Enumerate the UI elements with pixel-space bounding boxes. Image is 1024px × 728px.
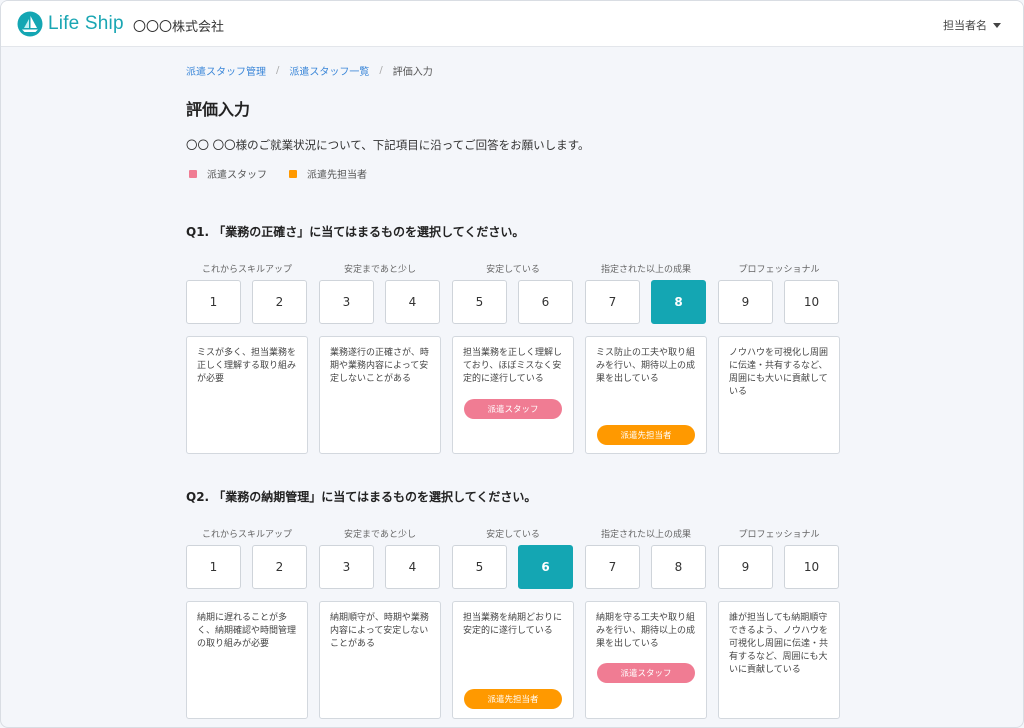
- question-title: Q1. 「業務の正確さ」に当てはまるものを選択してください。: [186, 225, 525, 239]
- score-description-card: 納期順守が、時期や業務内容によって安定しないことがある: [319, 601, 441, 719]
- score-option-button[interactable]: 1: [186, 280, 241, 324]
- score-description-text: 納期に遅れることが多く、納期確認や時間管理の取り組みが必要: [197, 613, 297, 649]
- breadcrumb-separator: /: [379, 65, 383, 76]
- score-group-label: これからスキルアップ: [201, 265, 292, 275]
- score-option-button[interactable]: 6: [518, 545, 573, 589]
- legend-label-client: 派遣先担当者: [307, 170, 367, 181]
- ship-logo-icon: [17, 11, 43, 37]
- breadcrumb-current: 評価入力: [392, 67, 433, 78]
- score-description-text: ミスが多く、担当業務を正しく理解する取り組みが必要: [197, 348, 297, 384]
- score-option-button[interactable]: 8: [651, 545, 706, 589]
- score-option-button[interactable]: 8: [651, 280, 706, 324]
- score-description-text: ノウハウを可視化し周囲に伝達・共有するなど、周囲にも大いに貢献している: [729, 348, 829, 397]
- score-option-button[interactable]: 10: [784, 545, 839, 589]
- score-option-button[interactable]: 10: [784, 280, 839, 324]
- score-description-card: 納期に遅れることが多く、納期確認や時間管理の取り組みが必要: [186, 601, 308, 719]
- page-title: 評価入力: [186, 100, 251, 119]
- score-group-label: 安定している: [486, 530, 540, 540]
- score-option-button[interactable]: 7: [585, 280, 640, 324]
- staff-rating-badge: 派遣スタッフ: [597, 663, 695, 683]
- app-logo-text: Life Ship: [48, 13, 124, 34]
- score-option-button[interactable]: 4: [385, 280, 440, 324]
- user-name: 担当者名: [943, 19, 987, 32]
- score-description-card: 担当業務を正しく理解しており、ほぼミスなく安定的に遂行している: [452, 336, 574, 454]
- company-name: 〇〇〇株式会社: [133, 20, 225, 35]
- breadcrumb-separator: /: [276, 65, 280, 76]
- score-option-button[interactable]: 6: [518, 280, 573, 324]
- staff-rating-badge: 派遣スタッフ: [464, 399, 562, 419]
- score-description-card: 業務遂行の正確さが、時期や業務内容によって安定しないことがある: [319, 336, 441, 454]
- score-description-card: 納期を守る工夫や取り組みを行い、期待以上の成果を出している: [585, 601, 707, 719]
- top-bar: Life Ship 〇〇〇株式会社 担当者名: [1, 1, 1023, 47]
- score-description-text: 誰が担当しても納期順守できるよう、ノウハウを可視化し周囲に伝達・共有するなど、周…: [729, 613, 829, 675]
- score-option-button[interactable]: 5: [452, 545, 507, 589]
- score-description-card: ノウハウを可視化し周囲に伝達・共有するなど、周囲にも大いに貢献している: [718, 336, 840, 454]
- caret-down-icon: [993, 22, 1001, 28]
- score-option-button[interactable]: 2: [252, 280, 307, 324]
- client-rating-badge: 派遣先担当者: [464, 689, 562, 709]
- score-description-card: 誰が担当しても納期順守できるよう、ノウハウを可視化し周囲に伝達・共有するなど、周…: [718, 601, 840, 719]
- user-menu[interactable]: 担当者名: [943, 17, 1001, 33]
- score-group-label: 安定している: [486, 265, 540, 275]
- score-group-label: 指定された以上の成果: [600, 530, 691, 540]
- client-swatch: [289, 169, 297, 178]
- intro-text: 〇〇 〇〇様のご就業状況について、下記項目に沿ってご回答をお願いします。: [186, 138, 590, 152]
- score-group-label: 安定まであと少し: [344, 265, 416, 275]
- score-description-text: 納期順守が、時期や業務内容によって安定しないことがある: [330, 613, 429, 649]
- score-option-button[interactable]: 1: [186, 545, 241, 589]
- score-description-card: ミスが多く、担当業務を正しく理解する取り組みが必要: [186, 336, 308, 454]
- score-description-text: 担当業務を正しく理解しており、ほぼミスなく安定的に遂行している: [463, 348, 563, 384]
- score-description-text: 担当業務を納期どおりに安定的に遂行している: [463, 613, 563, 636]
- score-group-label: 指定された以上の成果: [600, 265, 691, 275]
- legend-item-client: 派遣先担当者: [289, 166, 367, 181]
- score-option-button[interactable]: 7: [585, 545, 640, 589]
- score-description-text: ミス防止の工夫や取り組みを行い、期待以上の成果を出している: [596, 348, 696, 384]
- score-group-label: プロフェッショナル: [738, 530, 820, 540]
- score-description-text: 納期を守る工夫や取り組みを行い、期待以上の成果を出している: [596, 613, 696, 649]
- score-option-button[interactable]: 5: [452, 280, 507, 324]
- app-window: Life Ship 〇〇〇株式会社 担当者名 派遣スタッフ管理 / 派遣スタッフ…: [0, 0, 1024, 728]
- legend-label-staff: 派遣スタッフ: [207, 170, 267, 181]
- client-rating-badge: 派遣先担当者: [597, 425, 695, 445]
- score-group-label: プロフェッショナル: [738, 265, 820, 275]
- staff-swatch: [189, 169, 197, 178]
- breadcrumb-staff-list[interactable]: 派遣スタッフ一覧: [289, 63, 369, 78]
- score-group-label: 安定まであと少し: [344, 530, 416, 540]
- score-option-button[interactable]: 4: [385, 545, 440, 589]
- score-option-button[interactable]: 2: [252, 545, 307, 589]
- legend: 派遣スタッフ 派遣先担当者: [189, 166, 367, 181]
- breadcrumb: 派遣スタッフ管理 / 派遣スタッフ一覧 / 評価入力: [186, 63, 433, 78]
- score-option-button[interactable]: 9: [718, 545, 773, 589]
- score-description-text: 業務遂行の正確さが、時期や業務内容によって安定しないことがある: [330, 348, 429, 384]
- breadcrumb-staff-management[interactable]: 派遣スタッフ管理: [186, 63, 266, 78]
- score-option-button[interactable]: 3: [319, 280, 374, 324]
- question-title: Q2. 「業務の納期管理」に当てはまるものを選択してください。: [186, 490, 537, 504]
- score-option-button[interactable]: 3: [319, 545, 374, 589]
- score-option-button[interactable]: 9: [718, 280, 773, 324]
- score-group-label: これからスキルアップ: [201, 530, 292, 540]
- legend-item-staff: 派遣スタッフ: [189, 166, 267, 181]
